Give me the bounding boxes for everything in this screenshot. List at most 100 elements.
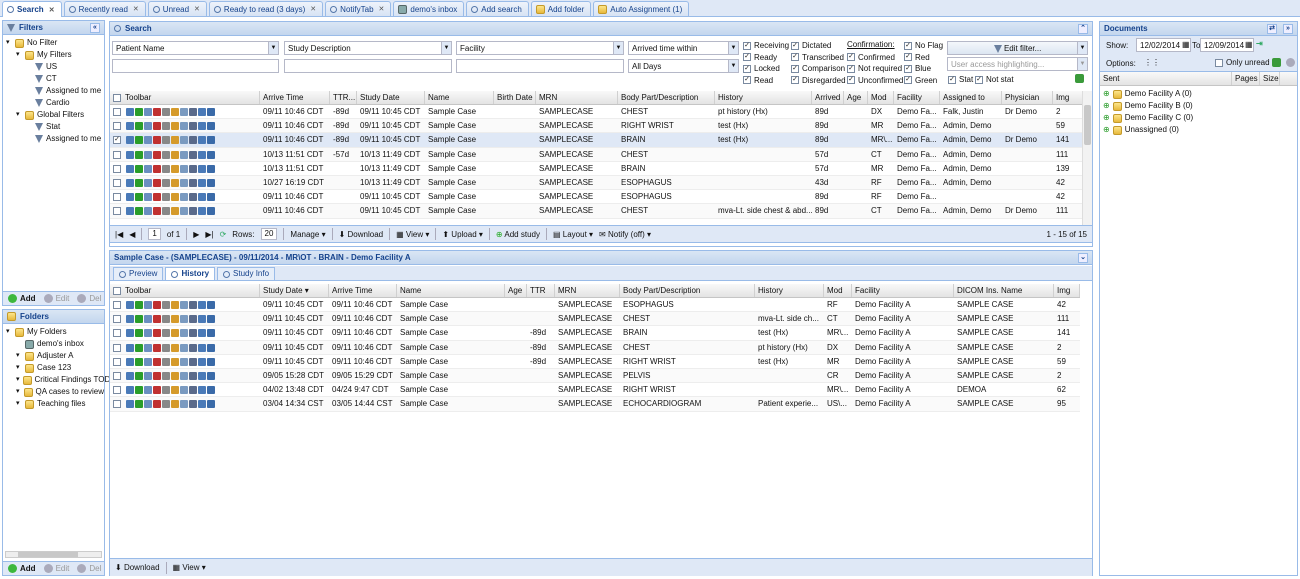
tree-node[interactable]: CT [3, 73, 104, 85]
column-header[interactable]: Mod [868, 91, 894, 104]
expand-icon[interactable]: ▾ [16, 386, 21, 398]
edit-filter-button[interactable]: Edit filter... ▼ [947, 41, 1088, 55]
row-action-icon[interactable] [180, 150, 188, 159]
row-action-icon[interactable] [135, 150, 143, 159]
row-action-icon[interactable] [162, 371, 170, 380]
row-action-icon[interactable] [126, 301, 134, 309]
stat-checkbox[interactable]: ✓ Stat [948, 75, 973, 84]
column-header[interactable]: Body Part/Description [618, 91, 715, 104]
row-action-icon[interactable] [198, 371, 206, 380]
row-action-icon[interactable] [189, 386, 197, 395]
row-action-icon[interactable] [171, 122, 179, 131]
folders-hscroll[interactable] [5, 551, 102, 558]
row-action-icon[interactable] [171, 371, 179, 380]
row-action-icon[interactable] [171, 193, 179, 202]
row-action-icon[interactable] [198, 193, 206, 202]
row-action-icon[interactable] [198, 357, 206, 366]
expand-icon[interactable]: ▾ [6, 37, 12, 49]
days-select[interactable]: All Days ▼ [628, 59, 739, 73]
row-action-icon[interactable] [144, 343, 152, 352]
close-icon[interactable]: ✕ [379, 5, 385, 13]
checkbox-unconfirmed[interactable]: ✓ Unconfirmed [847, 76, 903, 85]
table-row[interactable]: 09/11 10:46 CDT -89d 09/11 10:45 CDT Sample… [110, 105, 1082, 120]
refresh-icon[interactable] [1272, 58, 1281, 67]
row-action-icon[interactable] [207, 301, 215, 309]
row-action-icon[interactable] [126, 122, 134, 131]
row-action-icon[interactable] [144, 301, 152, 309]
row-action-icon[interactable] [207, 207, 215, 216]
row-action-icon[interactable] [126, 386, 134, 395]
checkbox-read[interactable]: ✓ Read [743, 76, 773, 85]
table-row[interactable]: 09/11 10:46 CDT -89d 09/11 10:45 CDT Sample… [110, 119, 1082, 134]
tree-node[interactable]: ▾ Adjuster A [3, 350, 104, 362]
row-action-icon[interactable] [171, 207, 179, 216]
row-action-icon[interactable] [171, 357, 179, 366]
checkbox-locked[interactable]: ✓ Locked [743, 64, 780, 73]
row-action-icon[interactable] [153, 386, 161, 395]
row-action-icon[interactable] [207, 357, 215, 366]
row-action-icon[interactable] [126, 400, 134, 409]
select-all-checkbox[interactable] [113, 286, 121, 295]
row-checkbox[interactable] [113, 400, 121, 409]
column-header[interactable]: Name [425, 91, 494, 104]
column-header[interactable]: Toolbar [110, 91, 260, 104]
tab-8[interactable]: Auto Assignment (1) [593, 1, 690, 16]
row-action-icon[interactable] [171, 136, 179, 145]
tree-node[interactable]: US [3, 61, 104, 73]
row-action-icon[interactable] [126, 164, 134, 173]
expand-icon[interactable]: ▾ [16, 49, 22, 61]
checkbox-ready[interactable]: ✓ Ready [743, 53, 777, 62]
row-action-icon[interactable] [180, 178, 188, 187]
expand-icon[interactable]: ⊕ [1103, 124, 1110, 136]
row-action-icon[interactable] [153, 371, 161, 380]
checkbox-receiving[interactable]: ✓ Receiving [743, 41, 789, 50]
layout-menu[interactable]: ▤ Layout ▾ [553, 230, 593, 239]
arrived-within-select[interactable]: Arrived time within ▼ [628, 41, 739, 55]
tree-node[interactable]: ▾ Teaching files [3, 398, 104, 410]
table-row[interactable]: 04/02 13:48 CDT 04/24 9:47 CDT Sample Case… [110, 383, 1080, 398]
table-row[interactable]: 09/11 10:46 CDT 09/11 10:45 CDT Sample Cas… [110, 204, 1082, 219]
column-header[interactable]: Sent [1100, 72, 1232, 85]
next-page-icon[interactable]: ▶ [193, 230, 199, 239]
row-checkbox[interactable] [113, 108, 121, 116]
row-action-icon[interactable] [207, 371, 215, 380]
checkbox-green[interactable]: ✓ Green [904, 76, 937, 85]
delete-folder-button[interactable]: Del [77, 564, 101, 573]
document-folder[interactable]: ⊕ Demo Facility B (0) [1100, 100, 1297, 112]
collapse-down-icon[interactable]: ⌄ [1078, 252, 1088, 263]
row-action-icon[interactable] [171, 150, 179, 159]
tree-node[interactable]: ▾ Case 123 [3, 362, 104, 374]
row-action-icon[interactable] [135, 343, 143, 352]
row-checkbox[interactable] [113, 343, 121, 352]
row-action-icon[interactable] [135, 164, 143, 173]
row-action-icon[interactable] [171, 164, 179, 173]
row-action-icon[interactable] [198, 301, 206, 309]
row-action-icon[interactable] [207, 136, 215, 145]
checkbox-confirmed[interactable]: ✓ Confirmed [847, 53, 895, 62]
row-action-icon[interactable] [171, 329, 179, 338]
column-header[interactable]: Age [844, 91, 868, 104]
row-action-icon[interactable] [153, 315, 161, 324]
row-action-icon[interactable] [135, 136, 143, 145]
row-action-icon[interactable] [144, 329, 152, 338]
expand-icon[interactable]: ▾ [16, 374, 20, 386]
tree-node[interactable]: ▾ Critical Findings TOD [3, 374, 110, 386]
last-page-icon[interactable]: ▶| [205, 230, 213, 239]
add-study-button[interactable]: ⊕ Add study [496, 230, 540, 239]
tree-node[interactable]: Assigned to me [3, 133, 104, 145]
patient-name-select[interactable]: Patient Name ▼ [112, 41, 279, 55]
edit-folder-button[interactable]: Edit [43, 564, 69, 573]
tab-2[interactable]: Unread ✕ [147, 1, 207, 16]
tree-node[interactable]: ▾ My Folders [3, 326, 104, 338]
row-action-icon[interactable] [144, 315, 152, 324]
row-action-icon[interactable] [189, 108, 197, 116]
table-row[interactable]: 10/13 11:51 CDT 10/13 11:49 CDT Sample Cas… [110, 162, 1082, 176]
row-action-icon[interactable] [162, 386, 170, 395]
row-checkbox[interactable] [113, 315, 121, 324]
row-action-icon[interactable] [144, 386, 152, 395]
table-row[interactable]: 10/13 11:51 CDT -57d 10/13 11:49 CDT Sample… [110, 147, 1082, 162]
row-action-icon[interactable] [198, 329, 206, 338]
row-action-icon[interactable] [180, 343, 188, 352]
row-action-icon[interactable] [162, 400, 170, 409]
row-action-icon[interactable] [207, 178, 215, 187]
